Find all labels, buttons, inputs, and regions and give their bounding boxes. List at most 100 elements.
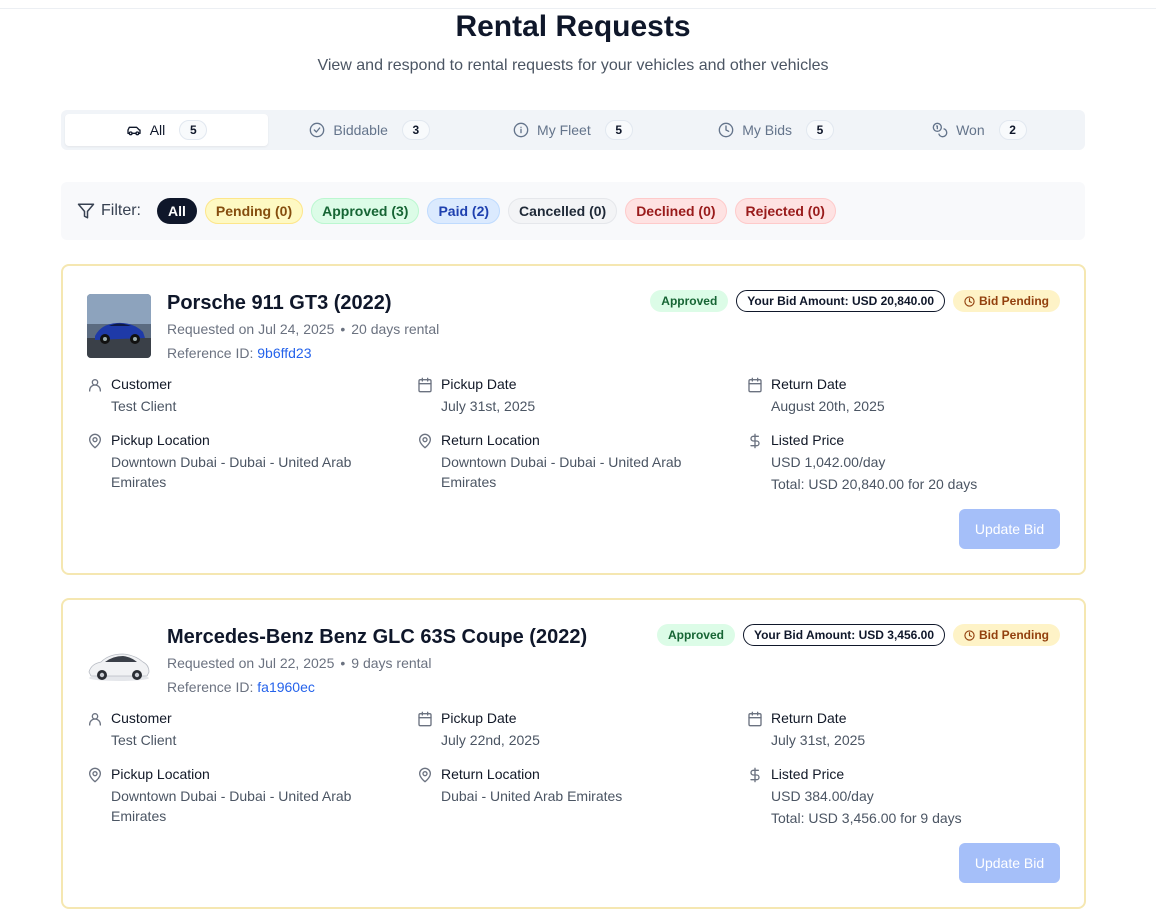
tab-label: Biddable (333, 122, 388, 138)
clock-icon (718, 122, 734, 138)
field-label: Return Location (441, 766, 540, 782)
clock-icon (964, 629, 975, 641)
reference-id-link[interactable]: 9b6ffd23 (257, 345, 311, 361)
tab-won[interactable]: Won 2 (878, 114, 1081, 146)
update-bid-button[interactable]: Update Bid (959, 509, 1060, 549)
rental-request-card: Mercedes-Benz Benz GLC 63S Coupe (2022) … (61, 598, 1086, 909)
top-divider (0, 8, 1156, 9)
field-label: Pickup Date (441, 710, 517, 726)
car-thumbnail (87, 628, 151, 692)
bid-pending-badge: Bid Pending (953, 624, 1060, 646)
field-label: Return Date (771, 376, 847, 392)
status-badge: Approved (656, 624, 735, 646)
info-icon (513, 122, 529, 138)
map-pin-icon (89, 767, 101, 783)
tab-label: My Fleet (537, 122, 591, 138)
tab-label: Won (956, 122, 985, 138)
reference-label: Reference ID: (167, 345, 254, 361)
filter-chip-paid[interactable]: Paid (2) (427, 198, 501, 224)
page-subtitle: View and respond to rental requests for … (317, 57, 829, 74)
user-icon (89, 379, 101, 392)
field-label: Pickup Date (441, 376, 517, 392)
field-label: Pickup Location (111, 766, 210, 782)
field-label: Return Location (441, 432, 540, 448)
rental-duration: 9 days rental (351, 655, 432, 671)
bid-pending-label: Bid Pending (979, 628, 1049, 642)
field-label: Pickup Location (111, 432, 210, 448)
status-badges: Approved Your Bid Amount: USD 20,840.00 … (650, 290, 1060, 312)
tab-all[interactable]: All 5 (65, 114, 268, 146)
request-tabs: All 5 Biddable 3 My Fleet 5 My Bids 5 Wo… (61, 110, 1085, 150)
filter-icon (77, 203, 95, 219)
car-title: Mercedes-Benz Benz GLC 63S Coupe (2022) (167, 626, 588, 648)
listed-price: USD 1,042.00/day (771, 454, 886, 470)
requested-date: Requested on Jul 22, 2025 (167, 655, 335, 671)
pickup-location: Downtown Dubai - Dubai - United Arab Emi… (111, 788, 352, 824)
tab-my-fleet[interactable]: My Fleet 5 (471, 114, 674, 146)
dollar-icon (750, 767, 760, 783)
field-label: Listed Price (771, 432, 845, 448)
field-label: Customer (111, 710, 172, 726)
filter-chip-all[interactable]: All (157, 198, 197, 224)
field-label: Customer (111, 376, 172, 392)
calendar-icon (748, 377, 762, 393)
car-title: Porsche 911 GT3 (2022) (167, 292, 392, 314)
filter-chip-approved[interactable]: Approved (3) (311, 198, 420, 224)
field-label: Return Date (771, 710, 847, 726)
tab-count: 5 (179, 120, 208, 140)
total-price: Total: USD 20,840.00 for 20 days (771, 476, 978, 492)
user-icon (89, 713, 101, 726)
reference: Reference ID: fa1960ec (167, 679, 315, 695)
coins-icon (932, 122, 948, 138)
requested-date: Requested on Jul 24, 2025 (167, 321, 335, 337)
tab-label: My Bids (742, 122, 793, 138)
tab-biddable[interactable]: Biddable 3 (268, 114, 471, 146)
dollar-icon (750, 433, 760, 449)
customer-name: Test Client (111, 398, 177, 414)
pickup-date: July 22nd, 2025 (441, 732, 540, 748)
total-price: Total: USD 3,456.00 for 9 days (771, 810, 962, 826)
tab-my-bids[interactable]: My Bids 5 (675, 114, 878, 146)
reference-id-link[interactable]: fa1960ec (257, 679, 315, 695)
pickup-location: Downtown Dubai - Dubai - United Arab Emi… (111, 454, 352, 490)
status-badge: Approved (650, 290, 729, 312)
update-bid-button[interactable]: Update Bid (959, 843, 1060, 883)
filter-chip-declined[interactable]: Declined (0) (625, 198, 727, 224)
rental-request-card: Porsche 911 GT3 (2022) Requested on Jul … (61, 264, 1086, 575)
calendar-icon (418, 377, 432, 393)
tab-label: All (149, 122, 166, 138)
bid-pending-badge: Bid Pending (953, 290, 1060, 312)
tab-count: 5 (604, 120, 633, 140)
map-pin-icon (419, 767, 431, 783)
tab-count: 3 (401, 120, 430, 140)
map-pin-icon (89, 433, 101, 449)
status-badges: Approved Your Bid Amount: USD 3,456.00 B… (656, 624, 1060, 646)
bid-amount-badge: Your Bid Amount: USD 20,840.00 (736, 290, 945, 312)
tab-count: 5 (806, 120, 835, 140)
clock-icon (964, 295, 975, 307)
calendar-icon (418, 711, 432, 727)
page-title: Rental Requests (455, 10, 691, 43)
return-date: August 20th, 2025 (771, 398, 885, 414)
filter-chip-cancelled[interactable]: Cancelled (0) (508, 198, 618, 224)
filter-bar: Filter: All Pending (0) Approved (3) Pai… (61, 182, 1085, 240)
return-location: Downtown Dubai - Dubai - United Arab Emi… (441, 454, 682, 490)
return-date: July 31st, 2025 (771, 732, 866, 748)
car-thumbnail (87, 294, 151, 358)
return-location: Dubai - United Arab Emirates (441, 788, 623, 804)
bid-pending-label: Bid Pending (979, 294, 1049, 308)
listed-price: USD 384.00/day (771, 788, 874, 804)
car-icon (127, 126, 141, 136)
rental-duration: 20 days rental (351, 321, 440, 337)
filter-label-text: Filter: (101, 202, 141, 219)
reference-label: Reference ID: (167, 679, 254, 695)
pickup-date: July 31st, 2025 (441, 398, 536, 414)
field-label: Listed Price (771, 766, 845, 782)
calendar-icon (748, 711, 762, 727)
filter-chip-rejected[interactable]: Rejected (0) (734, 198, 836, 224)
customer-name: Test Client (111, 732, 177, 748)
tab-count: 2 (998, 120, 1027, 140)
filter-chip-pending[interactable]: Pending (0) (204, 198, 304, 224)
check-circle-icon (310, 122, 325, 138)
reference: Reference ID: 9b6ffd23 (167, 345, 312, 361)
